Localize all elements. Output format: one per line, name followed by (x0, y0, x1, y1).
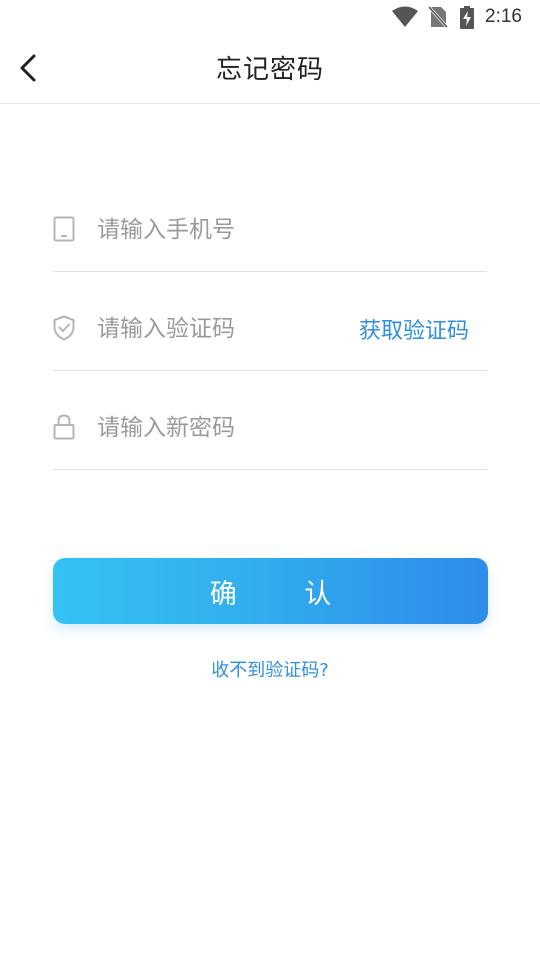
lock-icon (53, 414, 75, 440)
shield-check-icon (53, 315, 75, 341)
no-sim-icon (427, 5, 449, 32)
new-password-row (53, 370, 487, 470)
back-button[interactable] (10, 50, 46, 90)
status-bar: 2:16 (0, 0, 540, 36)
chevron-left-icon (18, 53, 38, 87)
confirm-button[interactable]: 确 认 (53, 558, 488, 624)
get-code-button[interactable]: 获取验证码 (359, 313, 469, 345)
wifi-icon (392, 6, 418, 32)
verification-code-input[interactable] (97, 309, 347, 349)
no-code-link[interactable]: 收不到验证码? (0, 656, 540, 682)
verification-code-row: 获取验证码 (53, 271, 487, 371)
status-time: 2:16 (485, 6, 522, 27)
new-password-input[interactable] (97, 408, 347, 448)
phone-icon (53, 216, 75, 242)
phone-row (53, 172, 487, 272)
nav-bar: 忘记密码 (0, 36, 540, 104)
page-title: 忘记密码 (215, 55, 324, 85)
phone-input[interactable] (97, 210, 347, 250)
battery-charging-icon (459, 6, 475, 34)
